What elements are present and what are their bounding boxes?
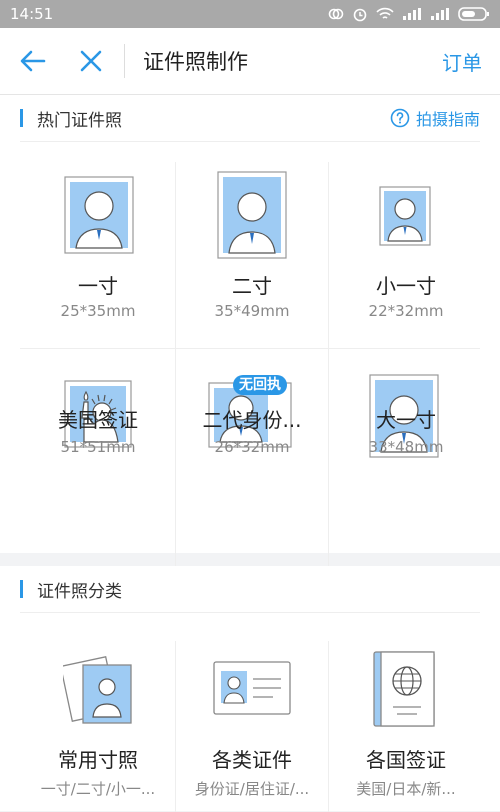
section-title: 热门证件照 — [37, 110, 122, 131]
signal-icon-2 — [431, 8, 449, 20]
arrow-left-icon — [20, 50, 46, 72]
photo-type-name: 美国签证 — [58, 408, 138, 432]
status-time: 14:51 — [10, 5, 54, 23]
photo-type-name: 小一寸 — [376, 274, 436, 298]
category-common[interactable]: 常用寸照 一寸/二寸/小一... — [21, 613, 175, 812]
battery-icon — [458, 7, 489, 21]
photo-type-size: 26*32mm — [214, 438, 290, 456]
photo-type-size: 35*49mm — [214, 302, 290, 320]
photo-type-name: 二寸 — [232, 274, 272, 298]
close-icon — [80, 50, 102, 72]
photo-type-id-card[interactable]: 无回执 二代身份... 26*32mm — [175, 349, 329, 569]
status-icons — [328, 6, 490, 22]
sync-icon — [328, 8, 344, 20]
section-accent-bar — [20, 109, 23, 127]
photo-type-size: 22*32mm — [368, 302, 444, 320]
passport-icon — [373, 651, 435, 727]
category-desc: 美国/日本/新... — [356, 780, 456, 798]
portrait-photo-icon — [379, 186, 431, 246]
photo-type-1inch[interactable]: 一寸 25*35mm — [21, 142, 175, 348]
nav-divider — [124, 44, 125, 78]
portrait-photo-icon — [217, 171, 287, 259]
close-button[interactable] — [68, 38, 114, 84]
no-receipt-badge: 无回执 — [233, 375, 287, 395]
photo-type-size: 33*48mm — [368, 438, 444, 456]
hot-photos-section: 热门证件照 拍摄指南 一寸 25*35mm 二寸 35*49mm 小一寸 22*… — [0, 95, 500, 572]
section-header: 证件照分类 — [20, 566, 480, 613]
photo-type-small-1inch[interactable]: 小一寸 22*32mm — [329, 142, 483, 348]
category-desc: 一寸/二寸/小一... — [40, 780, 156, 798]
photo-type-size: 25*35mm — [60, 302, 136, 320]
page-title: 证件照制作 — [143, 50, 248, 74]
category-name: 各类证件 — [212, 748, 292, 772]
section-title: 证件照分类 — [37, 581, 122, 602]
photo-stack-icon — [63, 656, 132, 724]
help-icon — [390, 108, 410, 128]
section-accent-bar — [20, 580, 23, 598]
photo-type-large-1inch[interactable]: 大一寸 33*48mm — [329, 349, 483, 569]
photo-type-us-visa[interactable]: 美国签证 51*51mm — [21, 349, 175, 569]
status-bar: 14:51 — [0, 0, 500, 28]
portrait-photo-icon — [64, 176, 134, 254]
alarm-icon — [353, 8, 367, 22]
photo-type-size: 51*51mm — [60, 438, 136, 456]
shooting-guide-link[interactable]: 拍摄指南 — [390, 106, 480, 130]
photo-type-name: 一寸 — [78, 274, 118, 298]
section-header: 热门证件照 拍摄指南 — [20, 95, 480, 142]
category-visas[interactable]: 各国签证 美国/日本/新... — [329, 613, 483, 812]
back-button[interactable] — [10, 38, 56, 84]
category-name: 各国签证 — [366, 748, 446, 772]
photo-type-name: 大一寸 — [376, 408, 436, 432]
photo-type-name: 二代身份... — [202, 408, 302, 432]
order-button[interactable]: 订单 — [442, 47, 482, 76]
category-name: 常用寸照 — [58, 748, 138, 772]
signal-icon — [403, 8, 421, 20]
id-card-icon — [213, 661, 291, 715]
category-desc: 身份证/居住证/... — [194, 780, 310, 798]
nav-bar: 证件照制作 订单 — [0, 28, 500, 95]
photo-type-2inch[interactable]: 二寸 35*49mm — [175, 142, 329, 348]
category-documents[interactable]: 各类证件 身份证/居住证/... — [175, 613, 329, 812]
category-section: 证件照分类 常用寸照 一寸/二寸/小一... 各类证件 身份证/居住证/... … — [0, 566, 500, 812]
guide-label: 拍摄指南 — [415, 110, 480, 129]
wifi-icon — [376, 7, 394, 19]
